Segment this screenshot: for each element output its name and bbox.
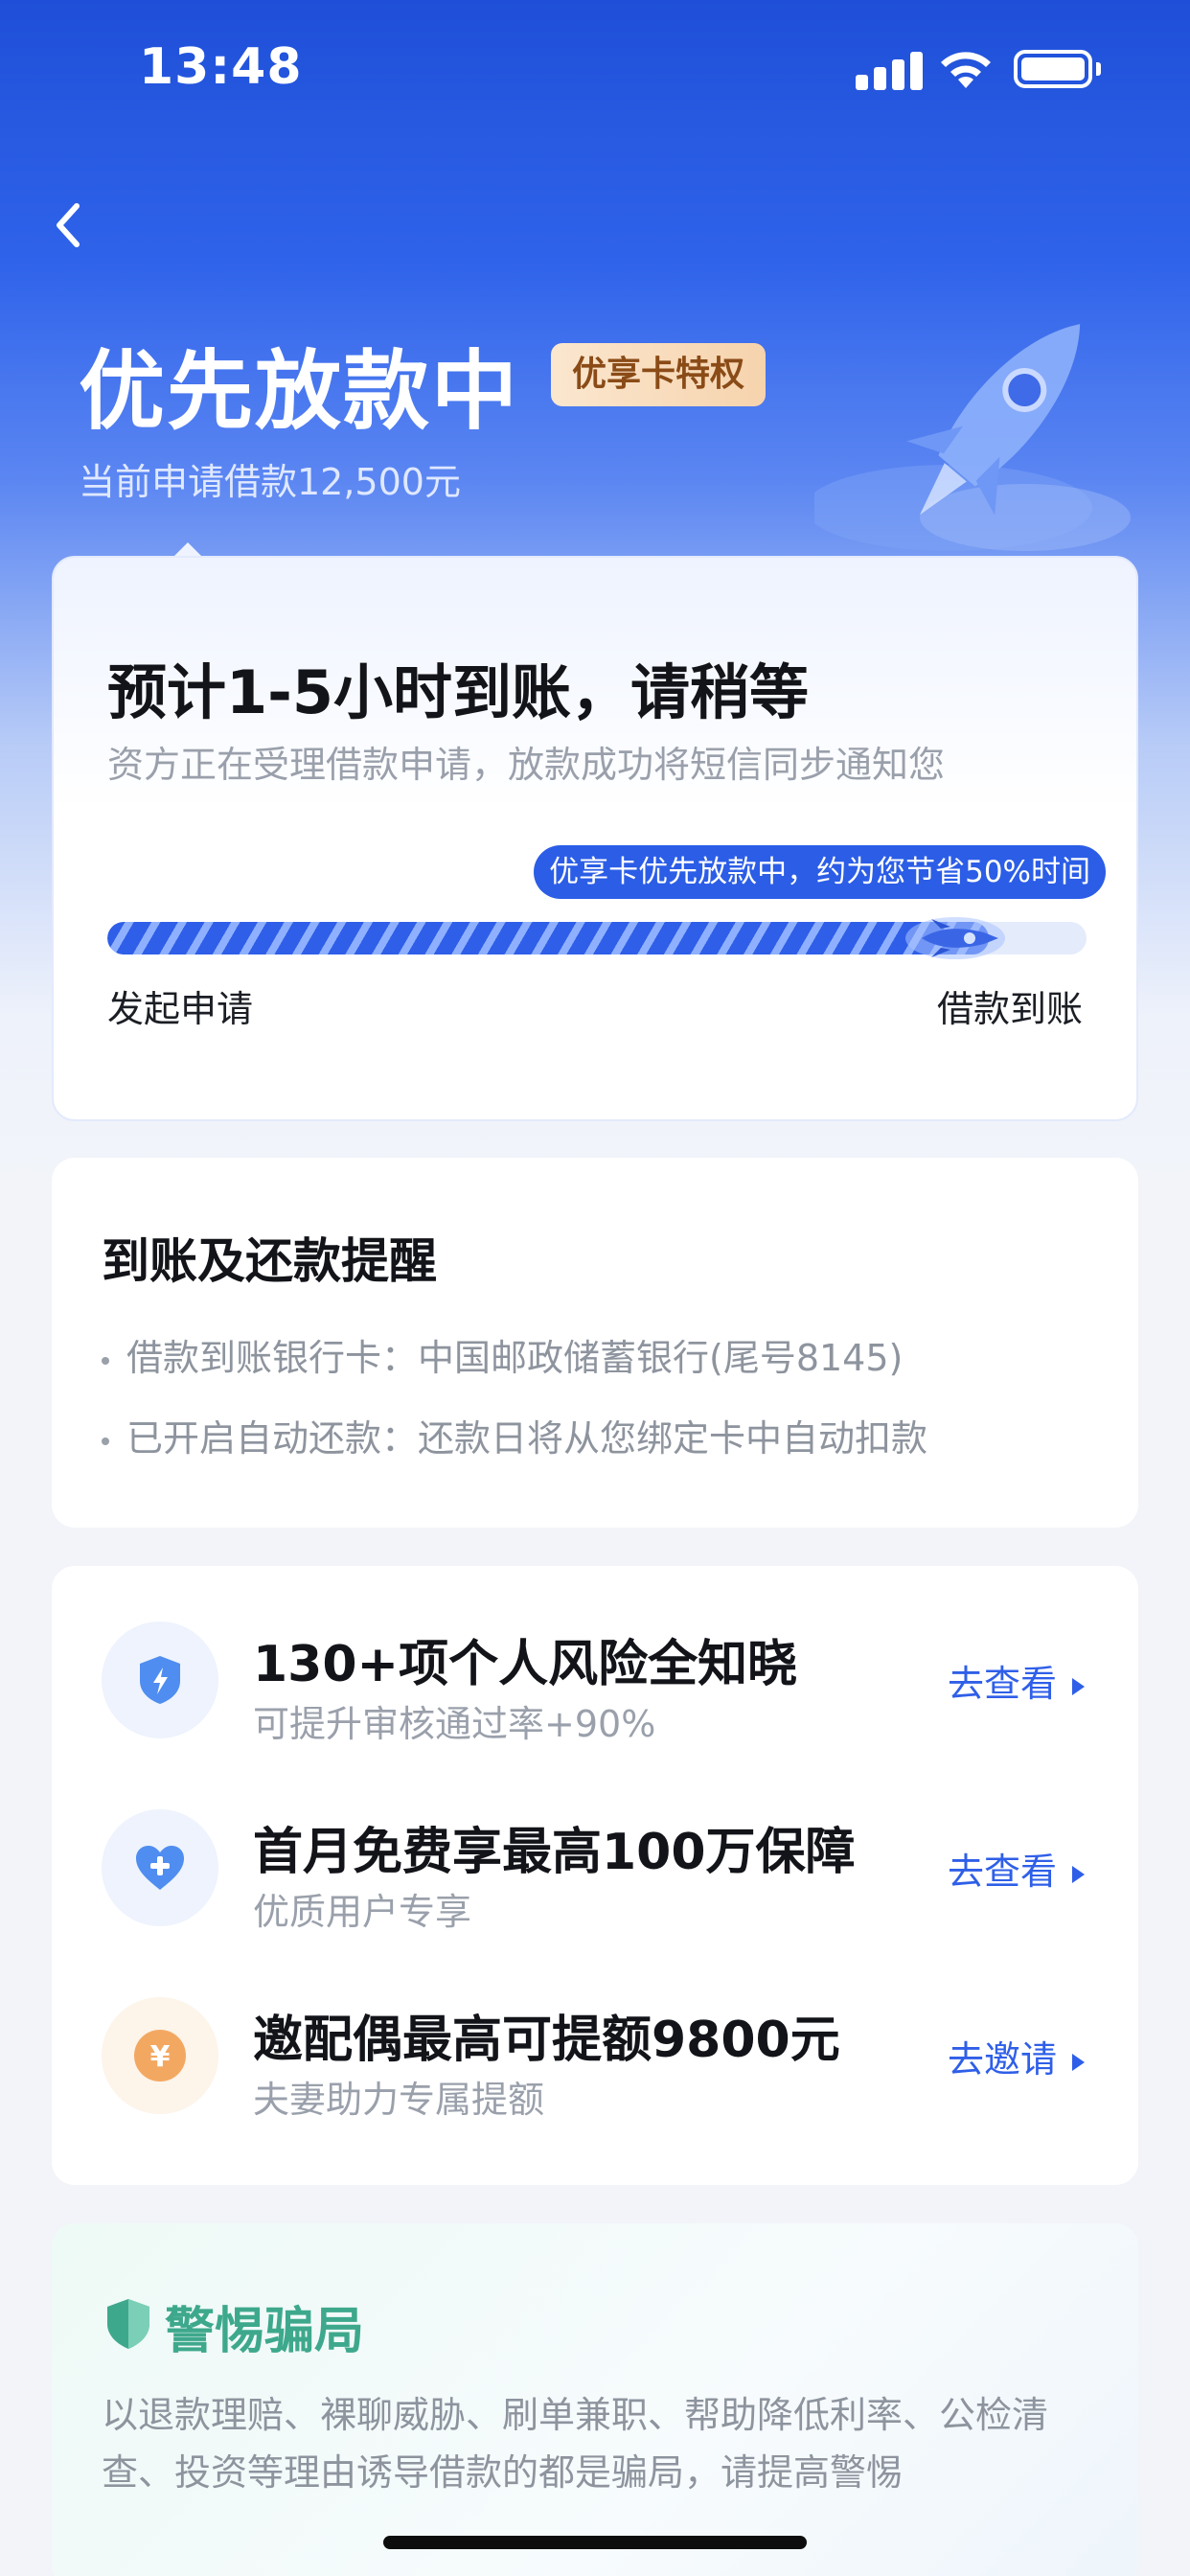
fraud-warning-title: 警惕骗局 (165, 2303, 365, 2360)
view-insurance-button[interactable]: 去查看 (948, 1842, 1085, 1895)
services-card: 130+项个人风险全知晓 可提升审核通过率+90% 去查看 首月免费享最高100… (52, 1566, 1138, 2185)
invite-spouse-button[interactable]: 去邀请 (948, 2030, 1085, 2082)
service-description: 优质用户专享 (253, 1891, 472, 1933)
status-time: 13:48 (139, 38, 303, 96)
bank-card-reminder: 借款到账银行卡：中国邮政储蓄银行(尾号8145) (102, 1328, 903, 1381)
play-arrow-icon (1072, 2053, 1085, 2071)
reminder-card: 到账及还款提醒 借款到账银行卡：中国邮政储蓄银行(尾号8145) 已开启自动还款… (52, 1158, 1138, 1528)
service-description: 可提升审核通过率+90% (253, 1703, 656, 1745)
home-indicator[interactable] (383, 2536, 807, 2549)
arrival-description: 资方正在受理借款申请，放款成功将短信同步通知您 (107, 744, 946, 786)
rocket-illustration (814, 324, 1131, 551)
service-description: 夫妻助力专属提额 (253, 2079, 545, 2121)
view-insurance-label: 去查看 (947, 1851, 1057, 1893)
service-icon-bg (102, 1622, 218, 1738)
bullet-dot (102, 1356, 109, 1365)
service-icon-bg: ¥ (102, 1997, 218, 2114)
privilege-badge: 优享卡特权 (551, 343, 767, 406)
service-title: 邀配偶最高可提额9800元 (253, 2012, 840, 2069)
invite-spouse-label: 去邀请 (947, 2038, 1057, 2081)
service-title: 首月免费享最高100万保障 (253, 1824, 856, 1881)
heart-plus-icon (136, 1846, 184, 1890)
service-insurance[interactable]: 首月免费享最高100万保障 优质用户专享 去查看 (52, 1775, 1138, 1947)
svg-text:¥: ¥ (150, 2040, 171, 2074)
view-risk-label: 去查看 (947, 1663, 1057, 1705)
view-risk-button[interactable]: 去查看 (948, 1654, 1085, 1707)
arrival-eta-title: 预计1-5小时到账，请稍等 (107, 657, 810, 727)
step-end-label: 借款到账 (936, 988, 1083, 1030)
progress-card: 预计1-5小时到账，请稍等 资方正在受理借款申请，放款成功将短信同步通知您 优享… (52, 556, 1138, 1121)
fraud-warning-card: 警惕骗局 以退款理赔、裸聊威胁、刷单兼职、帮助降低利率、公检清查、投资等理由诱导… (52, 2223, 1138, 2576)
shield-check-icon (107, 2299, 149, 2349)
play-arrow-icon (1072, 1677, 1085, 1695)
battery-icon (1014, 50, 1101, 88)
step-start-label: 发起申请 (107, 988, 254, 1030)
service-icon-bg (102, 1809, 218, 1926)
fraud-warning-text: 以退款理赔、裸聊威胁、刷单兼职、帮助降低利率、公检清查、投资等理由诱导借款的都是… (102, 2394, 1049, 2494)
service-title: 130+项个人风险全知晓 (253, 1636, 798, 1693)
shield-lightning-icon (140, 1656, 180, 1704)
status-bar: 13:48 (0, 0, 1190, 144)
page-title: 优先放款中 (79, 341, 519, 442)
progress-fill (107, 922, 989, 954)
service-spouse-invite[interactable]: ¥ 邀配偶最高可提额9800元 夫妻助力专属提额 去邀请 (52, 1963, 1138, 2135)
auto-repay-text: 已开启自动还款：还款日将从您绑定卡中自动扣款 (126, 1417, 928, 1460)
rocket-progress-icon (905, 917, 1005, 959)
loan-amount-text: 当前申请借款12,500元 (79, 461, 461, 503)
bank-card-text: 借款到账银行卡：中国邮政储蓄银行(尾号8145) (126, 1337, 904, 1379)
cellular-signal-icon (856, 50, 923, 90)
bullet-dot (102, 1437, 109, 1445)
play-arrow-icon (1072, 1865, 1085, 1883)
reminder-title: 到账及还款提醒 (102, 1233, 437, 1289)
priority-tip-bubble: 优享卡优先放款中，约为您节省50%时间 (534, 845, 1106, 899)
back-arrow-icon[interactable] (48, 192, 115, 259)
service-risk-report[interactable]: 130+项个人风险全知晓 可提升审核通过率+90% 去查看 (52, 1587, 1138, 1760)
auto-repay-reminder: 已开启自动还款：还款日将从您绑定卡中自动扣款 (102, 1409, 927, 1461)
wifi-icon (941, 52, 991, 88)
yuan-coin-icon: ¥ (134, 2030, 186, 2082)
